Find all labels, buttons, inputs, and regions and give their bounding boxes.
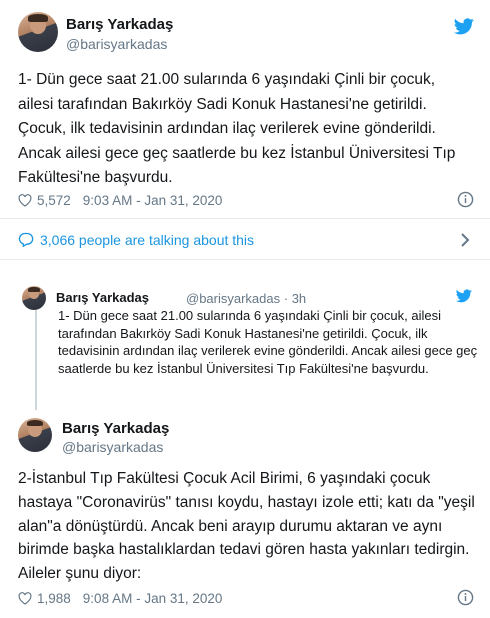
author-name[interactable]: Barış Yarkadaş xyxy=(66,16,173,33)
like-count[interactable]: 5,572 xyxy=(37,193,71,208)
twitter-bird-icon[interactable] xyxy=(454,18,474,35)
quoted-tweet-text: 1- Dün gece saat 21.00 sularında 6 yaşın… xyxy=(58,308,478,376)
timestamp[interactable]: 9:08 AM - Jan 31, 2020 xyxy=(83,591,223,606)
author-handle[interactable]: @barisyarkadas xyxy=(66,36,167,52)
heart-icon[interactable] xyxy=(18,193,32,207)
tweet-meta: 1,988 9:08 AM - Jan 31, 2020 xyxy=(18,588,474,608)
tweet-meta: 5,572 9:03 AM - Jan 31, 2020 xyxy=(18,190,474,210)
tweet-card-1: Barış Yarkadaş @barisyarkadas 1- Dün gec… xyxy=(0,0,490,260)
chevron-right-icon xyxy=(461,233,470,247)
quoted-handle: @barisyarkadas xyxy=(186,291,281,306)
like-count[interactable]: 1,988 xyxy=(37,591,71,606)
speech-bubble-icon xyxy=(18,232,34,247)
conversation-link[interactable]: 3,066 people are talking about this xyxy=(0,218,490,260)
info-icon[interactable] xyxy=(457,191,474,208)
info-icon[interactable] xyxy=(457,589,474,606)
tweet-text: 1- Dün gece saat 21.00 sularında 6 yaşın… xyxy=(18,71,456,186)
avatar[interactable] xyxy=(18,12,58,52)
timestamp[interactable]: 9:03 AM - Jan 31, 2020 xyxy=(83,193,223,208)
talking-label: 3,066 people are talking about this xyxy=(40,231,255,248)
avatar-small[interactable] xyxy=(22,286,46,310)
thread-line xyxy=(35,310,37,410)
separator-dot: · xyxy=(283,291,292,306)
tweet-text: 2-İstanbul Tıp Fakültesi Çocuk Acil Biri… xyxy=(18,470,475,583)
heart-icon[interactable] xyxy=(18,591,32,605)
twitter-bird-icon[interactable] xyxy=(456,289,472,303)
author-handle[interactable]: @barisyarkadas xyxy=(62,439,163,455)
quoted-author-name[interactable]: Barış Yarkadaş xyxy=(56,290,149,305)
author-name[interactable]: Barış Yarkadaş xyxy=(62,420,169,437)
quoted-author-handle[interactable]: @barisyarkadas · 3h xyxy=(186,291,306,306)
avatar[interactable] xyxy=(18,418,52,452)
quoted-time[interactable]: 3h xyxy=(292,291,306,306)
